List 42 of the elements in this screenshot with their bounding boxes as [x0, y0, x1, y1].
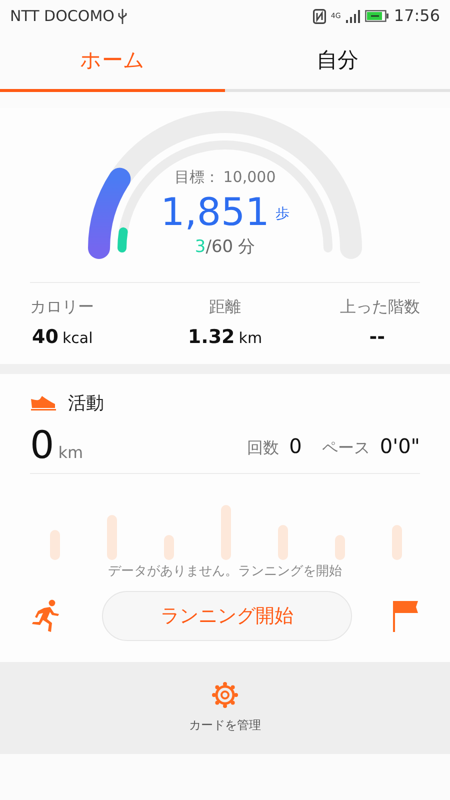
flag-icon[interactable] — [392, 600, 420, 632]
pace-value: 0'0" — [380, 432, 420, 460]
placeholder-bar — [278, 524, 288, 560]
placeholder-bar — [164, 534, 174, 560]
carrier-name: NTT DOCOMO — [10, 6, 114, 27]
placeholder-bar — [107, 514, 117, 560]
placeholder-bar — [50, 530, 60, 560]
count-value: 0 — [289, 432, 302, 460]
minutes-gauge-fill — [118, 227, 128, 252]
stat-label: 距離 — [209, 296, 241, 318]
runner-icon[interactable] — [30, 599, 62, 633]
pace-label: ペース — [322, 436, 370, 458]
activity-title: 活動 — [68, 392, 104, 416]
settings-icon[interactable] — [212, 682, 238, 708]
stat-label: カロリー — [30, 296, 94, 318]
battery-icon — [364, 10, 389, 22]
step-unit: 歩 — [275, 204, 290, 224]
manage-cards-label[interactable]: カードを管理 — [189, 716, 261, 734]
signal-icon — [346, 10, 360, 22]
stat-label: 上った階数 — [340, 296, 420, 318]
placeholder-bar — [392, 524, 402, 560]
empty-message: データがありません。ランニングを開始 — [107, 562, 343, 580]
active-minutes: 3/60 — [194, 236, 234, 258]
tab[interactable]: 自分 — [225, 32, 450, 92]
stat-value: 1.32 — [188, 325, 235, 350]
activity-distance: 0 — [30, 422, 54, 466]
clock-time: 17:56 — [394, 5, 440, 27]
stat-value: 40 — [32, 325, 58, 350]
stat-unit: km — [238, 328, 262, 349]
placeholder-bar — [335, 534, 345, 560]
distance-unit: km — [58, 442, 84, 464]
usb-icon — [118, 8, 128, 24]
stat-unit: kcal — [62, 328, 93, 349]
placeholder-bar — [221, 504, 231, 560]
step-count: 1,851 — [160, 188, 270, 234]
stat-value: -- — [369, 325, 385, 350]
goal-value: 10,000 — [223, 167, 276, 188]
goal-label: 目標： — [174, 167, 220, 188]
count-label: 回数 — [247, 436, 280, 458]
nfc-icon — [312, 8, 326, 24]
shoe-icon — [30, 395, 56, 411]
minutes-unit: 分 — [238, 236, 256, 258]
